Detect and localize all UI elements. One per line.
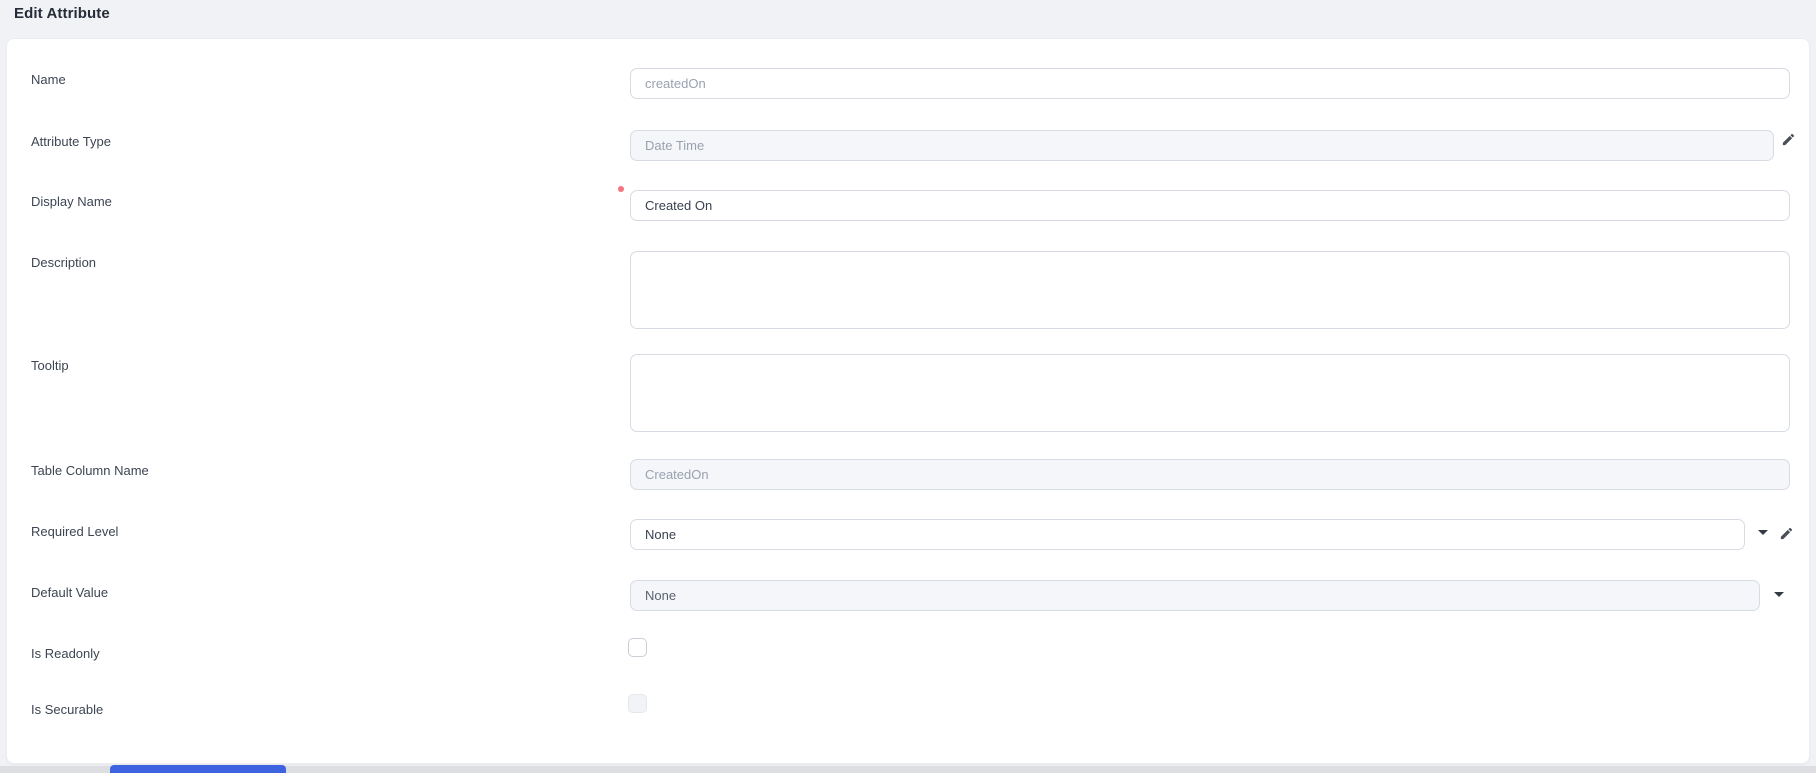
default-value-select xyxy=(630,580,1760,611)
attribute-type-edit-button[interactable] xyxy=(1780,131,1796,147)
required-level-edit-button[interactable] xyxy=(1778,525,1794,541)
caret-down-icon[interactable] xyxy=(1758,530,1768,535)
is-readonly-checkbox[interactable] xyxy=(628,638,647,657)
required-level-field-label: Required Level xyxy=(31,524,118,539)
pencil-icon xyxy=(1781,132,1796,147)
pencil-icon xyxy=(1779,526,1794,541)
description-field-label: Description xyxy=(31,255,96,270)
tooltip-textarea[interactable] xyxy=(630,354,1790,432)
is-readonly-field-label: Is Readonly xyxy=(31,646,100,661)
required-level-select[interactable] xyxy=(630,519,1745,550)
table-column-name-input xyxy=(630,459,1790,490)
required-indicator-dot xyxy=(618,186,624,192)
edit-attribute-form-card: Name Attribute Type Display Name Descrip… xyxy=(6,38,1810,764)
tooltip-field-label: Tooltip xyxy=(31,358,69,373)
attribute-type-input xyxy=(630,130,1774,161)
attribute-type-field-label: Attribute Type xyxy=(31,134,111,149)
display-name-field-label: Display Name xyxy=(31,194,112,209)
description-textarea[interactable] xyxy=(630,251,1790,329)
display-name-input[interactable] xyxy=(630,190,1790,221)
default-value-field-label: Default Value xyxy=(31,585,108,600)
page-title: Edit Attribute xyxy=(14,5,110,22)
table-column-name-field-label: Table Column Name xyxy=(31,463,149,478)
is-securable-checkbox xyxy=(628,694,647,713)
is-securable-field-label: Is Securable xyxy=(31,702,103,717)
name-field-label: Name xyxy=(31,72,66,87)
caret-down-icon[interactable] xyxy=(1774,592,1784,597)
name-input[interactable] xyxy=(630,68,1790,99)
save-button-partial[interactable] xyxy=(110,765,286,773)
